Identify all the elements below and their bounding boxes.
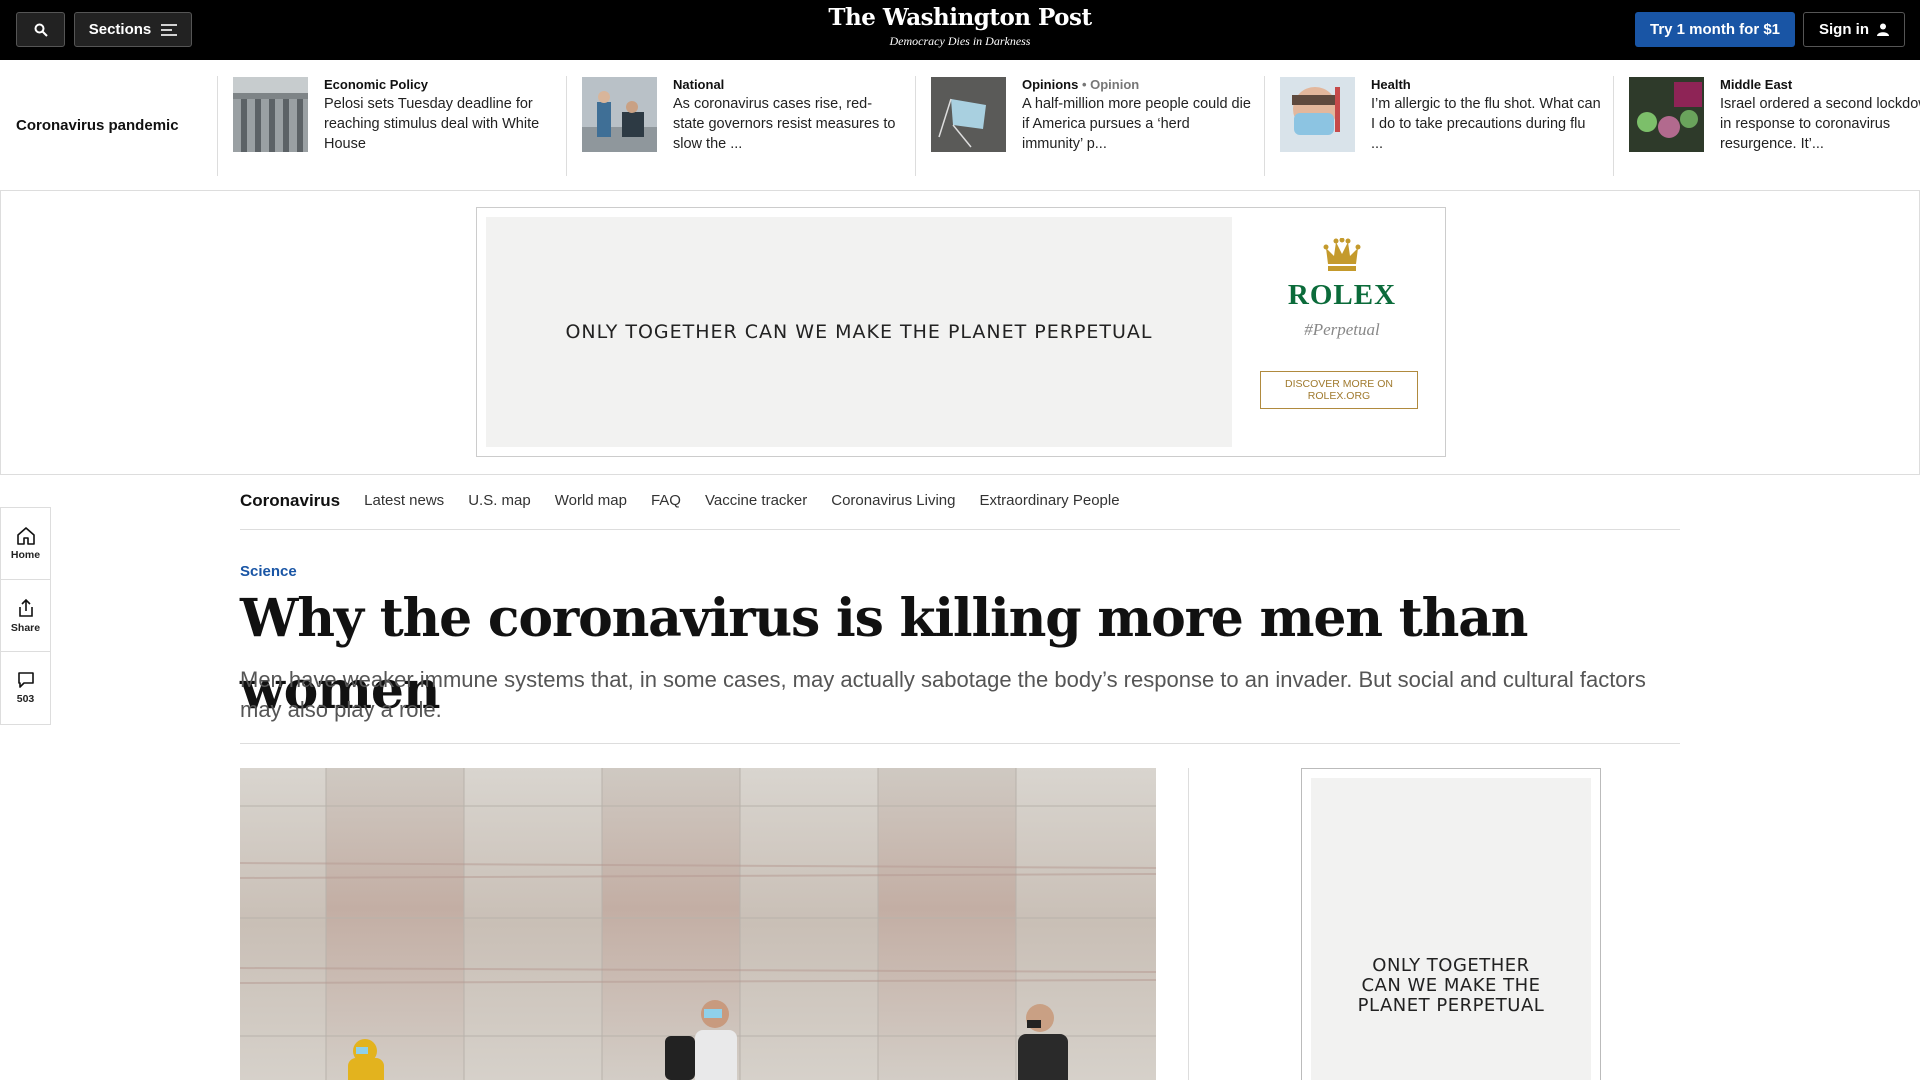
sign-in-button[interactable]: Sign in [1803, 12, 1905, 47]
strip-divider [1613, 76, 1614, 176]
search-icon [34, 23, 48, 37]
left-action-rail: Home Share 503 [0, 507, 51, 725]
masthead[interactable]: The Washington Post Democracy Dies in Da… [760, 4, 1160, 49]
top-ad-band: ONLY TOGETHER CAN WE MAKE THE PLANET PER… [0, 191, 1920, 475]
sign-in-label: Sign in [1819, 21, 1869, 38]
strip-divider [566, 76, 567, 176]
ad-slogan: ONLY TOGETHER CAN WE MAKE THE PLANET PER… [565, 321, 1153, 343]
strip-divider [217, 76, 218, 176]
header-divider [240, 743, 1680, 744]
headline-strip: Coronavirus pandemic Economic Policy Pel… [0, 60, 1920, 191]
sidebar-ad-panel[interactable]: ONLY TOGETHER CAN WE MAKE THE PLANET PER… [1311, 778, 1591, 1080]
sections-label: Sections [88, 21, 152, 38]
search-button[interactable] [16, 12, 65, 47]
article-kicker[interactable]: Science [240, 563, 297, 580]
sidebar-ad-line-1: ONLY TOGETHER [1372, 955, 1530, 976]
discover-more-button[interactable]: DISCOVER MORE ON ROLEX.ORG [1260, 371, 1418, 409]
strip-kicker[interactable]: National [673, 76, 903, 94]
rolex-brand: ROLEX [1287, 279, 1397, 311]
strip-divider [915, 76, 916, 176]
rolex-logo[interactable]: ROLEX #Perpetual [1252, 237, 1432, 340]
article-dek: Men have weaker immune systems that, in … [240, 667, 1646, 722]
strip-kicker[interactable]: Opinions • Opinion [1022, 76, 1252, 94]
strip-title[interactable]: Israel ordered a second lockdown in resp… [1720, 94, 1920, 154]
subnav-link-vaccine-tracker[interactable]: Vaccine tracker [705, 492, 807, 509]
coronavirus-subnav: Coronavirus Latest news U.S. map World m… [240, 472, 1680, 530]
home-label: Home [10, 549, 41, 561]
opinion-tag: • Opinion [1081, 77, 1140, 92]
top-bar: Sections The Washington Post Democracy D… [0, 0, 1920, 60]
strip-thumbnail[interactable] [233, 77, 308, 152]
menu-icon [161, 23, 178, 36]
strip-kicker[interactable]: Middle East [1720, 76, 1920, 94]
strip-item[interactable]: National As coronavirus cases rise, red-… [566, 76, 915, 176]
strip-item[interactable]: Middle East Israel ordered a second lock… [1613, 76, 1920, 176]
strip-thumbnail[interactable] [931, 77, 1006, 152]
sections-button[interactable]: Sections [74, 12, 192, 47]
strip-thumbnail[interactable] [1280, 77, 1355, 152]
site-tagline: Democracy Dies in Darkness [889, 34, 1031, 48]
share-button[interactable]: Share [1, 580, 50, 652]
subnav-title[interactable]: Coronavirus [240, 491, 340, 511]
column-divider [1188, 768, 1189, 1080]
sidebar-ad-line-3: PLANET PERPETUAL [1357, 995, 1545, 1016]
site-logo[interactable]: The Washington Post [760, 4, 1160, 31]
sidebar-ad-line-2: CAN WE MAKE THE [1361, 975, 1541, 996]
rolex-hashtag: #Perpetual [1304, 320, 1380, 339]
cta-line-2: ROLEX.ORG [1307, 390, 1371, 402]
strip-title[interactable]: Pelosi sets Tuesday deadline for reachin… [324, 94, 554, 154]
hero-image [240, 768, 1156, 1080]
user-icon [1877, 23, 1889, 36]
strip-item[interactable]: Health I’m allergic to the flu shot. Wha… [1264, 76, 1613, 176]
subnav-link-faq[interactable]: FAQ [651, 492, 681, 509]
strip-title[interactable]: I’m allergic to the flu shot. What can I… [1371, 94, 1601, 154]
comments-button[interactable]: 503 [1, 652, 50, 724]
strip-title[interactable]: A half-million more people could die if … [1022, 94, 1252, 154]
strip-item[interactable]: Opinions • Opinion A half-million more p… [915, 76, 1264, 176]
strip-kicker[interactable]: Health [1371, 76, 1601, 94]
rolex-banner-ad[interactable]: ONLY TOGETHER CAN WE MAKE THE PLANET PER… [476, 207, 1446, 457]
strip-kicker[interactable]: Economic Policy [324, 76, 554, 94]
strip-thumbnail[interactable] [1629, 77, 1704, 152]
subnav-link-latest-news[interactable]: Latest news [364, 492, 444, 509]
comments-count: 503 [16, 693, 35, 705]
cta-line-1: DISCOVER MORE ON [1285, 378, 1393, 390]
sidebar-ad-slogan: ONLY TOGETHER CAN WE MAKE THE PLANET PER… [1311, 956, 1591, 1016]
strip-thumbnail[interactable] [582, 77, 657, 152]
home-button[interactable]: Home [1, 508, 50, 580]
subnav-link-us-map[interactable]: U.S. map [468, 492, 531, 509]
strip-divider [1264, 76, 1265, 176]
subnav-link-extraordinary-people[interactable]: Extraordinary People [979, 492, 1119, 509]
strip-kicker-label: Opinions [1022, 77, 1079, 92]
strip-item[interactable]: Economic Policy Pelosi sets Tuesday dead… [217, 76, 566, 176]
strip-title[interactable]: As coronavirus cases rise, red-state gov… [673, 94, 903, 154]
crown-icon [1323, 237, 1361, 271]
strip-label[interactable]: Coronavirus pandemic [16, 117, 179, 134]
share-icon [18, 598, 33, 617]
rolex-sidebar-ad[interactable]: ONLY TOGETHER CAN WE MAKE THE PLANET PER… [1301, 768, 1601, 1080]
comment-icon [17, 672, 34, 688]
share-label: Share [10, 621, 41, 634]
home-icon [16, 527, 35, 545]
subnav-link-coronavirus-living[interactable]: Coronavirus Living [831, 492, 955, 509]
subnav-link-world-map[interactable]: World map [555, 492, 627, 509]
subscribe-button[interactable]: Try 1 month for $1 [1635, 12, 1795, 47]
ad-image-panel[interactable]: ONLY TOGETHER CAN WE MAKE THE PLANET PER… [486, 217, 1232, 447]
